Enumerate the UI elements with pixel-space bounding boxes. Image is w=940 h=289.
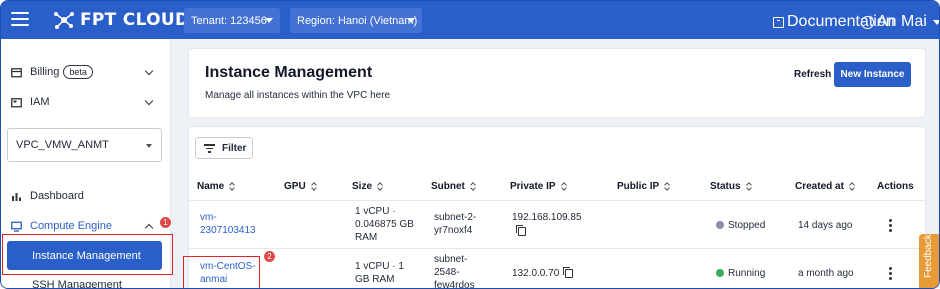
filter-icon: [204, 144, 215, 155]
column-header-created-at[interactable]: Created at: [795, 181, 855, 192]
instances-table: Filter Name GPU Size Subnet Private IP P…: [188, 126, 926, 289]
id-card-icon: [11, 97, 22, 107]
app-window: FPT CLOUD Tenant: 123456 Region: Hanoi (…: [0, 0, 940, 289]
sort-icon: [746, 182, 752, 191]
feedback-tab[interactable]: Feedback: [919, 234, 939, 288]
column-header-status[interactable]: Status: [710, 181, 752, 192]
highlight-box: [2, 234, 173, 275]
bar-chart-icon: [12, 192, 21, 201]
column-header-public-ip[interactable]: Public IP: [617, 181, 670, 192]
chevron-down-icon: [265, 18, 273, 23]
sidebar-item-label: IAM: [30, 96, 50, 108]
highlight-box: [183, 256, 260, 288]
divider: [189, 248, 925, 249]
size-cell: 1 vCPU · 0.046875 GB RAM: [355, 206, 414, 243]
sidebar-item-label: SSH Management: [32, 279, 122, 289]
column-header-subnet[interactable]: Subnet: [431, 181, 476, 192]
column-header-actions: Actions: [877, 181, 914, 192]
private-ip-cell: 192.168.109.85: [512, 212, 582, 223]
divider: [189, 200, 925, 201]
sort-icon: [561, 182, 567, 191]
sidebar-item-billing[interactable]: Billing beta: [11, 65, 93, 79]
copy-icon[interactable]: [563, 266, 574, 278]
chevron-down-icon[interactable]: [144, 66, 154, 76]
sidebar-item-label: Compute Engine: [30, 220, 112, 232]
column-header-size[interactable]: Size: [352, 181, 383, 192]
sidebar-item-label: Billing: [30, 66, 60, 78]
created-at-cell: 14 days ago: [798, 220, 853, 231]
page-header: Instance Management Manage all instances…: [188, 48, 926, 118]
top-bar: FPT CLOUD Tenant: 123456 Region: Hanoi (…: [1, 1, 939, 39]
chevron-down-icon[interactable]: [144, 96, 154, 106]
tenant-select[interactable]: Tenant: 123456: [184, 8, 280, 33]
chevron-down-icon: [932, 19, 939, 25]
copy-icon[interactable]: [516, 225, 526, 236]
size-cell: 1 vCPU · 1 GB RAM: [355, 261, 404, 285]
new-instance-button[interactable]: New Instance: [834, 62, 911, 87]
user-menu[interactable]: An Mai: [861, 13, 939, 31]
vpc-label: VPC_VMW_ANMT: [16, 139, 109, 151]
page-subtitle: Manage all instances within the VPC here: [205, 90, 391, 101]
user-name: An Mai: [877, 13, 927, 30]
sidebar-item-label: Dashboard: [30, 190, 84, 202]
sort-icon: [377, 182, 383, 191]
sidebar-item-compute-engine[interactable]: Compute Engine: [11, 220, 112, 232]
fpt-cloud-logo[interactable]: FPT CLOUD: [53, 9, 189, 31]
sidebar-item-dashboard[interactable]: Dashboard: [11, 190, 84, 202]
created-at-cell: a month ago: [798, 268, 854, 279]
instance-name-link[interactable]: vm-2307103413: [200, 211, 260, 237]
region-select[interactable]: Region: Hanoi (Vietnam): [290, 8, 422, 33]
sort-icon: [311, 182, 317, 191]
more-actions-icon[interactable]: [889, 267, 892, 282]
page-title: Instance Management: [205, 64, 373, 81]
column-header-gpu[interactable]: GPU: [284, 181, 317, 192]
status-dot-icon: [716, 221, 724, 230]
column-header-name[interactable]: Name: [197, 181, 235, 192]
sort-icon: [664, 182, 670, 191]
sort-icon: [470, 182, 476, 191]
more-actions-icon[interactable]: [889, 219, 892, 234]
vpc-select[interactable]: VPC_VMW_ANMT: [7, 128, 162, 162]
step-badge: 2: [263, 250, 276, 263]
chevron-down-icon: [407, 18, 415, 23]
chevron-down-icon: [146, 144, 152, 148]
private-ip-cell: 132.0.0.70: [512, 266, 574, 280]
sort-icon: [849, 182, 855, 191]
status-cell: Stopped: [716, 219, 765, 232]
wallet-icon: [11, 67, 22, 77]
subnet-cell: subnet-2-yr7noxf4: [434, 212, 477, 236]
feedback-label: Feedback: [923, 234, 934, 278]
logo-icon: [54, 12, 74, 29]
status-dot-icon: [716, 269, 724, 278]
sort-icon: [229, 182, 235, 191]
sidebar-item-iam[interactable]: IAM: [11, 96, 50, 108]
chevron-up-icon[interactable]: [144, 223, 154, 233]
book-icon: [773, 16, 784, 28]
step-badge: 1: [159, 216, 172, 229]
status-cell: Running: [716, 267, 765, 280]
sidebar-item-ssh-management[interactable]: SSH Management: [32, 279, 122, 289]
user-avatar-icon: [861, 15, 874, 29]
tenant-label: Tenant: 123456: [191, 14, 267, 27]
filter-label: Filter: [222, 142, 247, 154]
region-label: Region: Hanoi (Vietnam): [297, 14, 418, 27]
column-header-private-ip[interactable]: Private IP: [510, 181, 567, 192]
beta-badge: beta: [63, 65, 93, 79]
refresh-button[interactable]: Refresh: [794, 69, 831, 80]
filter-button[interactable]: Filter: [195, 137, 253, 159]
logo-text: FPT CLOUD: [80, 10, 190, 30]
menu-icon[interactable]: [11, 12, 29, 28]
monitor-icon: [11, 221, 22, 232]
subnet-cell: subnet-2548-few4rdos: [434, 254, 475, 289]
